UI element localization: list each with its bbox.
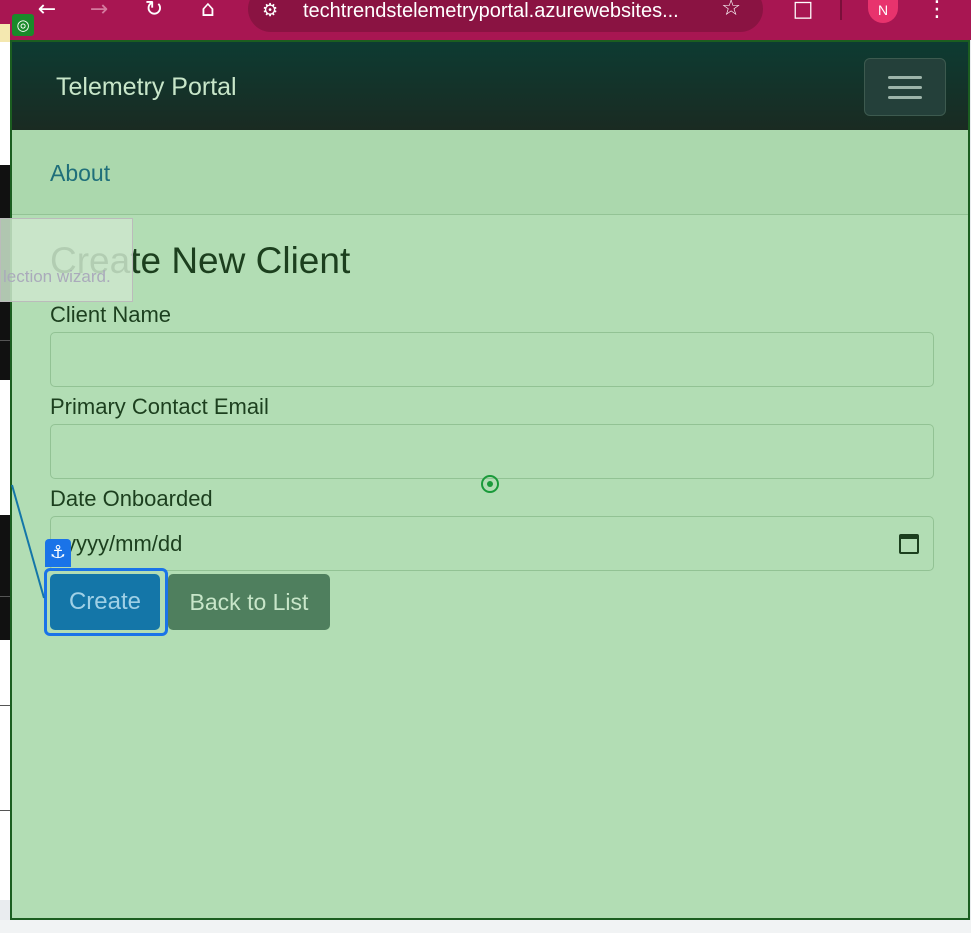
forward-icon[interactable]: → <box>84 0 114 22</box>
date-onboarded-input[interactable]: yyyy/mm/dd <box>50 516 934 571</box>
menu-icon[interactable]: ⋮ <box>922 0 952 22</box>
client-name-label: Client Name <box>50 302 172 327</box>
browser-toolbar: ← → ↻ ⌂ ⚙ techtrendstelemetryportal.azur… <box>0 0 971 40</box>
back-to-list-button[interactable]: Back to List <box>168 574 330 630</box>
tooltip-overlay: lection wizard. <box>0 218 133 302</box>
nav-menu: About <box>12 130 968 215</box>
email-label: Primary Contact Email <box>50 394 269 419</box>
url-text: techtrendstelemetryportal.azurewebsites.… <box>303 0 679 22</box>
hamburger-line <box>888 96 922 99</box>
tooltip-text: lection wizard. <box>3 267 111 286</box>
star-icon[interactable]: ☆ <box>721 0 741 21</box>
reload-icon[interactable]: ↻ <box>139 0 169 22</box>
client-name-input[interactable] <box>50 332 934 387</box>
date-onboarded-label: Date Onboarded <box>50 486 213 511</box>
navbar-toggle-button[interactable] <box>864 58 946 116</box>
crosshair-target-icon <box>481 475 499 493</box>
extension-target-icon[interactable]: ◎ <box>12 14 34 36</box>
address-bar[interactable]: ⚙ techtrendstelemetryportal.azurewebsite… <box>248 0 763 32</box>
calendar-icon[interactable] <box>899 533 919 554</box>
create-button[interactable]: Create <box>50 574 160 630</box>
profile-avatar[interactable]: N <box>868 0 898 23</box>
hamburger-line <box>888 86 922 89</box>
home-icon[interactable]: ⌂ <box>193 0 223 22</box>
brand-link[interactable]: Telemetry Portal <box>56 73 237 102</box>
anchor-icon: ⚓ <box>45 539 71 567</box>
date-placeholder: yyyy/mm/dd <box>65 530 183 556</box>
toolbar-divider <box>840 0 842 20</box>
bottom-strip <box>0 920 971 933</box>
nav-link-about[interactable]: About <box>50 160 110 187</box>
navbar: Telemetry Portal <box>12 42 968 130</box>
hamburger-line <box>888 76 922 79</box>
email-input[interactable] <box>50 424 934 479</box>
back-icon[interactable]: ← <box>32 0 62 22</box>
background-highlight <box>0 24 10 42</box>
site-info-icon[interactable]: ⚙ <box>262 0 278 21</box>
extensions-icon[interactable]: □ <box>788 0 818 22</box>
app-window: Telemetry Portal About Create New Client… <box>10 40 970 920</box>
